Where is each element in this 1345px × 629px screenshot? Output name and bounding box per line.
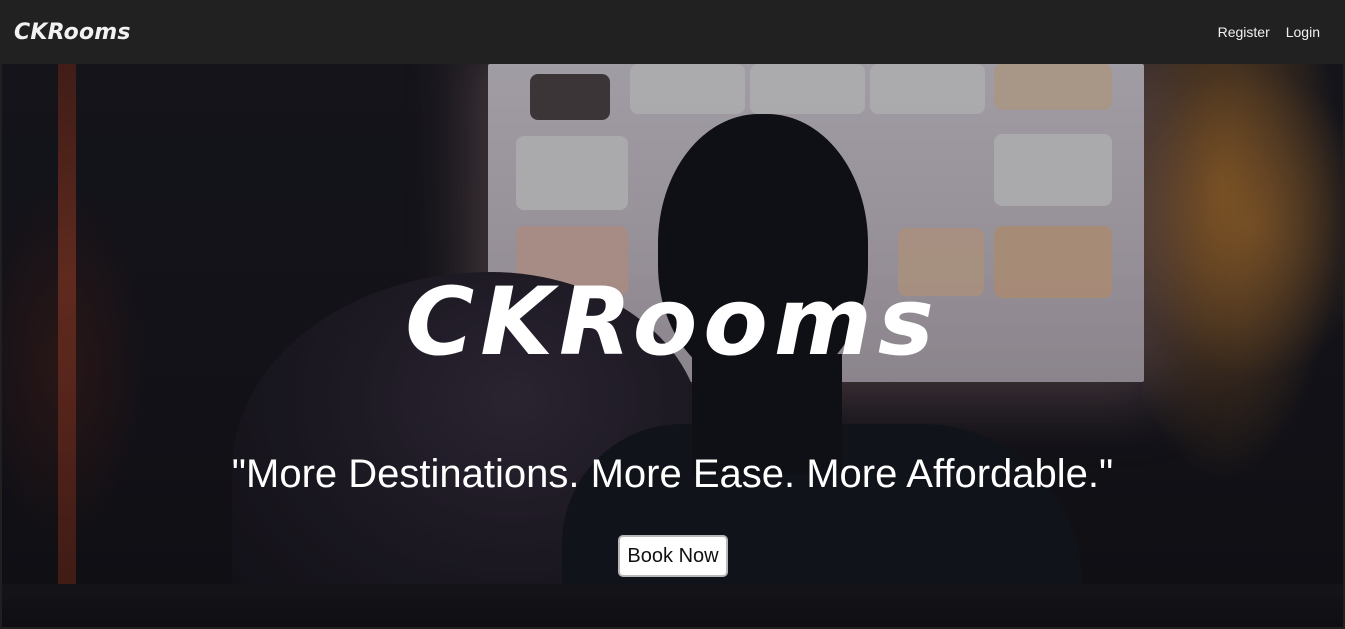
nav-links: Register Login (1218, 24, 1320, 40)
hero-tagline: "More Destinations. More Ease. More Affo… (231, 452, 1114, 496)
login-link[interactable]: Login (1286, 24, 1320, 40)
brand-logo[interactable]: CKRooms (14, 20, 131, 45)
register-link[interactable]: Register (1218, 24, 1270, 40)
top-navbar: CKRooms Register Login (0, 0, 1345, 64)
book-now-button[interactable]: Book Now (618, 535, 728, 577)
hero-title: CKRooms (405, 268, 940, 377)
hero-section: CKRooms "More Destinations. More Ease. M… (2, 64, 1343, 627)
hero-content: CKRooms "More Destinations. More Ease. M… (2, 64, 1343, 627)
